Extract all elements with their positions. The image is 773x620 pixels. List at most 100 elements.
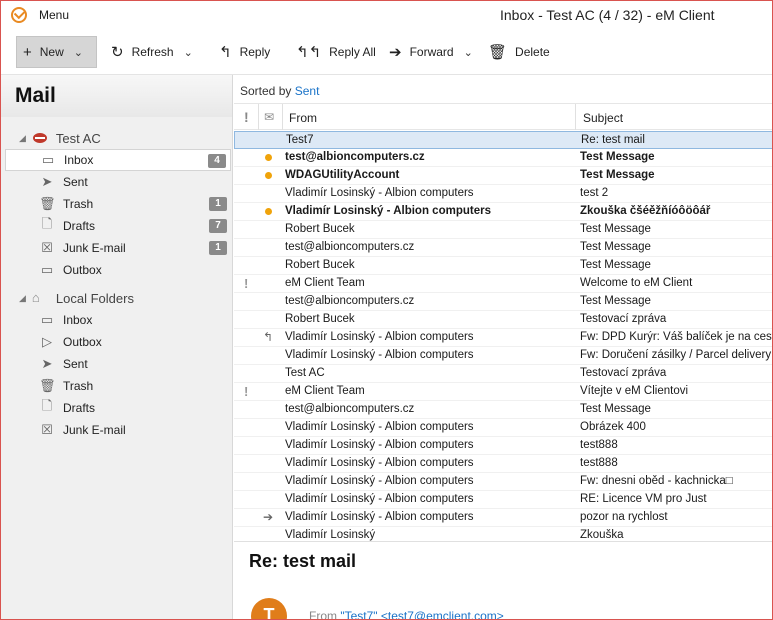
- from-line: From "Test7" <test7@emclient.com>: [309, 609, 504, 619]
- row-subject: Re: test mail: [581, 134, 645, 146]
- refresh-button[interactable]: ↻ Refresh ⌄: [105, 36, 199, 68]
- sidebar-item-junk[interactable]: ☒ Junk E-mail 1: [5, 237, 231, 259]
- subject-column-header[interactable]: Subject: [583, 111, 623, 125]
- sidebar-item-drafts[interactable]: 🗋 Drafts 7: [5, 215, 231, 237]
- forwarded-icon: ➔: [263, 510, 274, 524]
- row-from: Vladimír Losinský - Albion computers: [285, 349, 474, 361]
- unread-dot-icon[interactable]: [265, 208, 272, 215]
- table-row[interactable]: Robert Bucek Test Message: [234, 221, 772, 239]
- table-row[interactable]: Vladimír Losinský - Albion computers Fw: …: [234, 473, 772, 491]
- sidebar-item-local-trash[interactable]: 🗑 Trash: [5, 375, 231, 397]
- row-subject: Fw: DPD Kurýr: Váš balíček je na cestě: [580, 331, 773, 343]
- message-rows: Test7 Re: test mail test@albioncomputers.c…: [234, 131, 773, 541]
- column-divider[interactable]: [575, 104, 576, 130]
- sidebar-item-local-outbox[interactable]: ▷ Outbox: [5, 331, 231, 353]
- folder-label: Junk E-mail: [63, 423, 126, 437]
- sidebar-item-local-inbox[interactable]: ▭ Inbox: [5, 309, 231, 331]
- table-row[interactable]: ! eM Client Team Welcome to eM Client: [234, 275, 772, 293]
- importance-icon[interactable]: !: [244, 276, 248, 291]
- row-from: Vladimír Losinský - Albion computers: [285, 511, 474, 523]
- row-subject: Test Message: [580, 295, 651, 307]
- sidebar-item-local-sent[interactable]: ➤ Sent: [5, 353, 231, 375]
- table-row[interactable]: Vladimír Losinský Zkouška: [234, 527, 772, 541]
- chevron-down-icon[interactable]: ⌄: [74, 46, 83, 59]
- sent-icon: ➤: [41, 356, 53, 371]
- table-row[interactable]: Vladimír Losinský - Albion computers RE: …: [234, 491, 772, 509]
- table-row[interactable]: Robert Bucek Testovací zpráva: [234, 311, 772, 329]
- row-subject: Test Message: [580, 241, 651, 253]
- collapse-triangle-icon[interactable]: ◢: [19, 133, 26, 144]
- table-row[interactable]: Vladimír Losinský - Albion computers Zkou…: [234, 203, 772, 221]
- folder-label: Outbox: [63, 335, 102, 349]
- table-row[interactable]: test@albioncomputers.cz Test Message: [234, 401, 772, 419]
- trash-icon: 🗑: [39, 196, 56, 211]
- unread-dot-icon[interactable]: [265, 154, 272, 161]
- column-divider[interactable]: [258, 104, 259, 130]
- sender-email-link[interactable]: <test7@emclient.com>: [381, 609, 504, 619]
- table-row[interactable]: Vladimír Losinský - Albion computers Obrá…: [234, 419, 772, 437]
- window-title: Inbox - Test AC (4 / 32) - eM Client: [500, 7, 715, 23]
- sidebar-item-local-junk[interactable]: ☒ Junk E-mail: [5, 419, 231, 441]
- table-row[interactable]: Test7 Re: test mail: [234, 131, 772, 149]
- table-row[interactable]: Vladimír Losinský - Albion computers test…: [234, 455, 772, 473]
- chevron-down-icon[interactable]: ⌄: [464, 46, 473, 59]
- from-column-header[interactable]: From: [289, 111, 317, 125]
- emclient-logo-icon[interactable]: [11, 7, 27, 23]
- row-subject: Zkouška čšéěžňíóôöôář: [580, 205, 711, 217]
- flag-column-icon[interactable]: !: [244, 109, 249, 125]
- sidebar-item-inbox[interactable]: ▭ Inbox 4: [5, 149, 231, 171]
- table-row[interactable]: Robert Bucek Test Message: [234, 257, 772, 275]
- new-button[interactable]: + New ⌄: [16, 36, 97, 68]
- junk-icon: ☒: [41, 240, 53, 255]
- column-divider[interactable]: [282, 104, 283, 130]
- table-row[interactable]: WDAGUtilityAccount Test Message: [234, 167, 772, 185]
- collapse-triangle-icon[interactable]: ◢: [19, 293, 26, 304]
- forward-label: Forward: [409, 45, 454, 59]
- column-header: ! ✉ From Subject: [234, 103, 772, 130]
- row-from: test@albioncomputers.cz: [285, 295, 415, 307]
- table-row[interactable]: test@albioncomputers.cz Test Message: [234, 149, 772, 167]
- importance-icon[interactable]: !: [244, 384, 248, 399]
- reply-button[interactable]: ↰ Reply: [213, 36, 276, 68]
- table-row[interactable]: ↰ Vladimír Losinský - Albion computers Fw:…: [234, 329, 773, 347]
- table-row[interactable]: test@albioncomputers.cz Test Message: [234, 239, 772, 257]
- forward-button[interactable]: ➔ Forward ⌄: [383, 36, 479, 68]
- row-from: Robert Bucek: [285, 313, 355, 325]
- row-subject: Test Message: [580, 169, 655, 181]
- folder-label: Outbox: [63, 263, 102, 277]
- row-subject: Test Message: [580, 151, 655, 163]
- table-row[interactable]: ! eM Client Team Vítejte v eM Clientovi: [234, 383, 772, 401]
- row-from: Vladimír Losinský - Albion computers: [285, 421, 474, 433]
- account-name: Local Folders: [55, 290, 134, 306]
- row-from: Vladimír Losinský - Albion computers: [285, 439, 474, 451]
- row-from: Vladimír Losinský - Albion computers: [285, 457, 474, 469]
- row-subject: Testovací zpráva: [580, 313, 667, 325]
- table-row[interactable]: test@albioncomputers.cz Test Message: [234, 293, 772, 311]
- sidebar-item-outbox[interactable]: ▭ Outbox: [5, 259, 231, 281]
- sidebar-item-local-drafts[interactable]: 🗋 Drafts: [5, 397, 231, 419]
- account-local-folders[interactable]: ◢ ⌂ Local Folders: [1, 287, 232, 309]
- unread-dot-icon[interactable]: [265, 172, 272, 179]
- table-row[interactable]: Test AC Testovací zpráva: [234, 365, 772, 383]
- table-row[interactable]: ➔ Vladimír Losinský - Albion computers poz…: [234, 509, 772, 527]
- home-icon: ⌂: [31, 290, 40, 305]
- account-test-ac[interactable]: ◢ Test AC: [1, 127, 232, 149]
- row-from: Vladimír Losinský: [285, 529, 376, 541]
- count-badge: 7: [209, 219, 227, 233]
- row-from: Test7: [286, 134, 314, 146]
- menu-button[interactable]: Menu: [39, 8, 69, 22]
- sort-field-link[interactable]: Sent: [295, 84, 320, 98]
- chevron-down-icon[interactable]: ⌄: [184, 46, 193, 59]
- sidebar-item-sent[interactable]: ➤ Sent: [5, 171, 231, 193]
- title-bar: Menu Inbox - Test AC (4 / 32) - eM Clien…: [1, 1, 772, 31]
- sidebar-title: Mail: [1, 75, 232, 117]
- reply-all-button[interactable]: ↰↰ Reply All: [290, 36, 382, 68]
- sidebar-item-trash[interactable]: 🗑 Trash 1: [5, 193, 231, 215]
- sender-name-link[interactable]: "Test7": [340, 609, 377, 619]
- table-row[interactable]: Vladimír Losinský - Albion computers test…: [234, 437, 772, 455]
- table-row[interactable]: Vladimír Losinský - Albion computers Fw: …: [234, 347, 772, 365]
- delete-button[interactable]: 🗑 Delete: [482, 36, 556, 68]
- table-row[interactable]: Vladimír Losinský - Albion computers test…: [234, 185, 772, 203]
- envelope-column-icon[interactable]: ✉: [264, 110, 274, 124]
- row-subject: Fw: dnesni oběd - kachnicka□: [580, 475, 733, 487]
